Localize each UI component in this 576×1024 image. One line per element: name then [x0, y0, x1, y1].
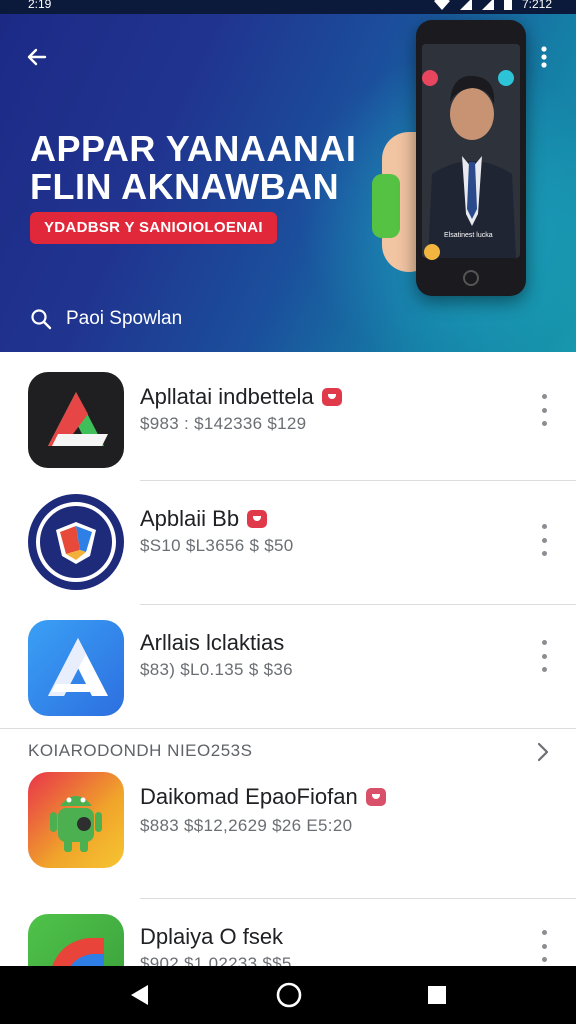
app-name: Dplaiya O fsek [140, 924, 283, 950]
chevron-right-icon[interactable] [532, 740, 554, 764]
more-vert-icon [541, 46, 547, 68]
signal-icon [481, 0, 494, 10]
app-name-text: Arllais lclaktias [140, 630, 285, 655]
app-name: Apblaii Bb [140, 506, 268, 532]
hero-promo-badge: YDADBSR Y SANIOIOLOENAI [30, 212, 277, 244]
more-options-button[interactable] [532, 40, 556, 74]
heart-app-icon [422, 70, 438, 86]
triangle-logo-icon [48, 392, 108, 446]
app-icon [28, 772, 124, 868]
more-vert-icon[interactable] [532, 636, 556, 676]
nav-home-button[interactable] [274, 980, 304, 1010]
search-field[interactable]: Paoi Spowlan [30, 302, 182, 336]
battery-icon [503, 0, 512, 10]
list-item[interactable]: Apllatai indbettela $983 : $142336 $129 [0, 372, 576, 496]
hero-title-line-2: FLIN AKNAWBAN [30, 166, 340, 207]
hero-title-line-1: APPAR YANAANAI [30, 128, 357, 169]
search-icon [31, 309, 52, 330]
android-robot-icon [50, 796, 102, 852]
phone-caption: Elsatinest lucka [444, 232, 493, 239]
phone-illustration: Elsatinest lucka [416, 20, 526, 296]
badge-icon [365, 788, 386, 806]
app-name: Apllatai indbettela [140, 384, 342, 410]
list-item[interactable]: Daikomad EpaoFiofan $883 $$12,2629 $26 E… [0, 772, 576, 896]
nav-back-button[interactable] [124, 980, 154, 1010]
more-vert-icon[interactable] [532, 390, 556, 430]
list-item[interactable]: Arllais lclaktias $83) $L0.135 $ $36 [0, 620, 576, 744]
status-bar: 2:19 7:212 [0, 0, 576, 14]
section-title: KOIARODONDH NIEO253S [28, 741, 253, 760]
app-icon [28, 494, 124, 590]
status-time: 2:19 [28, 0, 52, 11]
app-price: $83) $L0.135 $ $36 [140, 660, 293, 679]
shield-logo-icon [36, 502, 116, 582]
chat-app-icon [498, 70, 514, 86]
divider [0, 728, 576, 729]
more-vert-icon[interactable] [532, 926, 556, 966]
badge-icon [247, 510, 268, 528]
app-name: Daikomad EpaoFiofan [140, 784, 386, 810]
back-button[interactable] [20, 40, 54, 74]
back-triangle-icon [131, 985, 148, 1005]
green-robot-illustration [372, 174, 400, 238]
divider [140, 604, 576, 605]
status-icons: 7:212 [433, 0, 552, 11]
section-header[interactable]: KOIARODONDH NIEO253S [0, 734, 576, 768]
home-circle-icon [276, 982, 302, 1008]
arrow-left-icon [27, 48, 47, 66]
chrome-app-icon [424, 244, 440, 260]
badge-icon [321, 388, 342, 406]
app-name-text: Apllatai indbettela [140, 384, 314, 409]
nav-recents-button[interactable] [422, 980, 452, 1010]
app-name-text: Daikomad EpaoFiofan [140, 784, 358, 809]
app-icon [28, 372, 124, 468]
app-price: $883 $$12,2629 $26 E5:20 [140, 816, 353, 835]
search-label: Paoi Spowlan [66, 308, 183, 329]
more-vert-icon[interactable] [532, 520, 556, 560]
divider [140, 480, 576, 481]
divider [140, 898, 576, 899]
signal-icon [459, 0, 472, 10]
recents-square-icon [428, 986, 446, 1004]
status-right-time: 7:212 [521, 0, 552, 11]
app-name: Arllais lclaktias [140, 630, 284, 656]
app-name-text: Dplaiya O fsek [140, 924, 284, 949]
hero-title: APPAR YANAANAI FLIN AKNAWBAN [30, 130, 370, 206]
triangle-logo-icon [48, 638, 108, 696]
hero-banner: Elsatinest lucka APPAR YANAANAI FLIN AKN… [0, 14, 576, 352]
app-price: $S10 $L3656 $ $50 [140, 536, 294, 555]
wifi-icon [433, 0, 450, 10]
system-nav-bar [0, 966, 576, 1024]
phone-home-button-illustration [463, 270, 479, 286]
app-price: $983 : $142336 $129 [140, 414, 307, 433]
list-item[interactable]: Apblaii Bb $S10 $L3656 $ $50 [0, 494, 576, 618]
app-icon [28, 620, 124, 716]
app-name-text: Apblaii Bb [140, 506, 240, 531]
